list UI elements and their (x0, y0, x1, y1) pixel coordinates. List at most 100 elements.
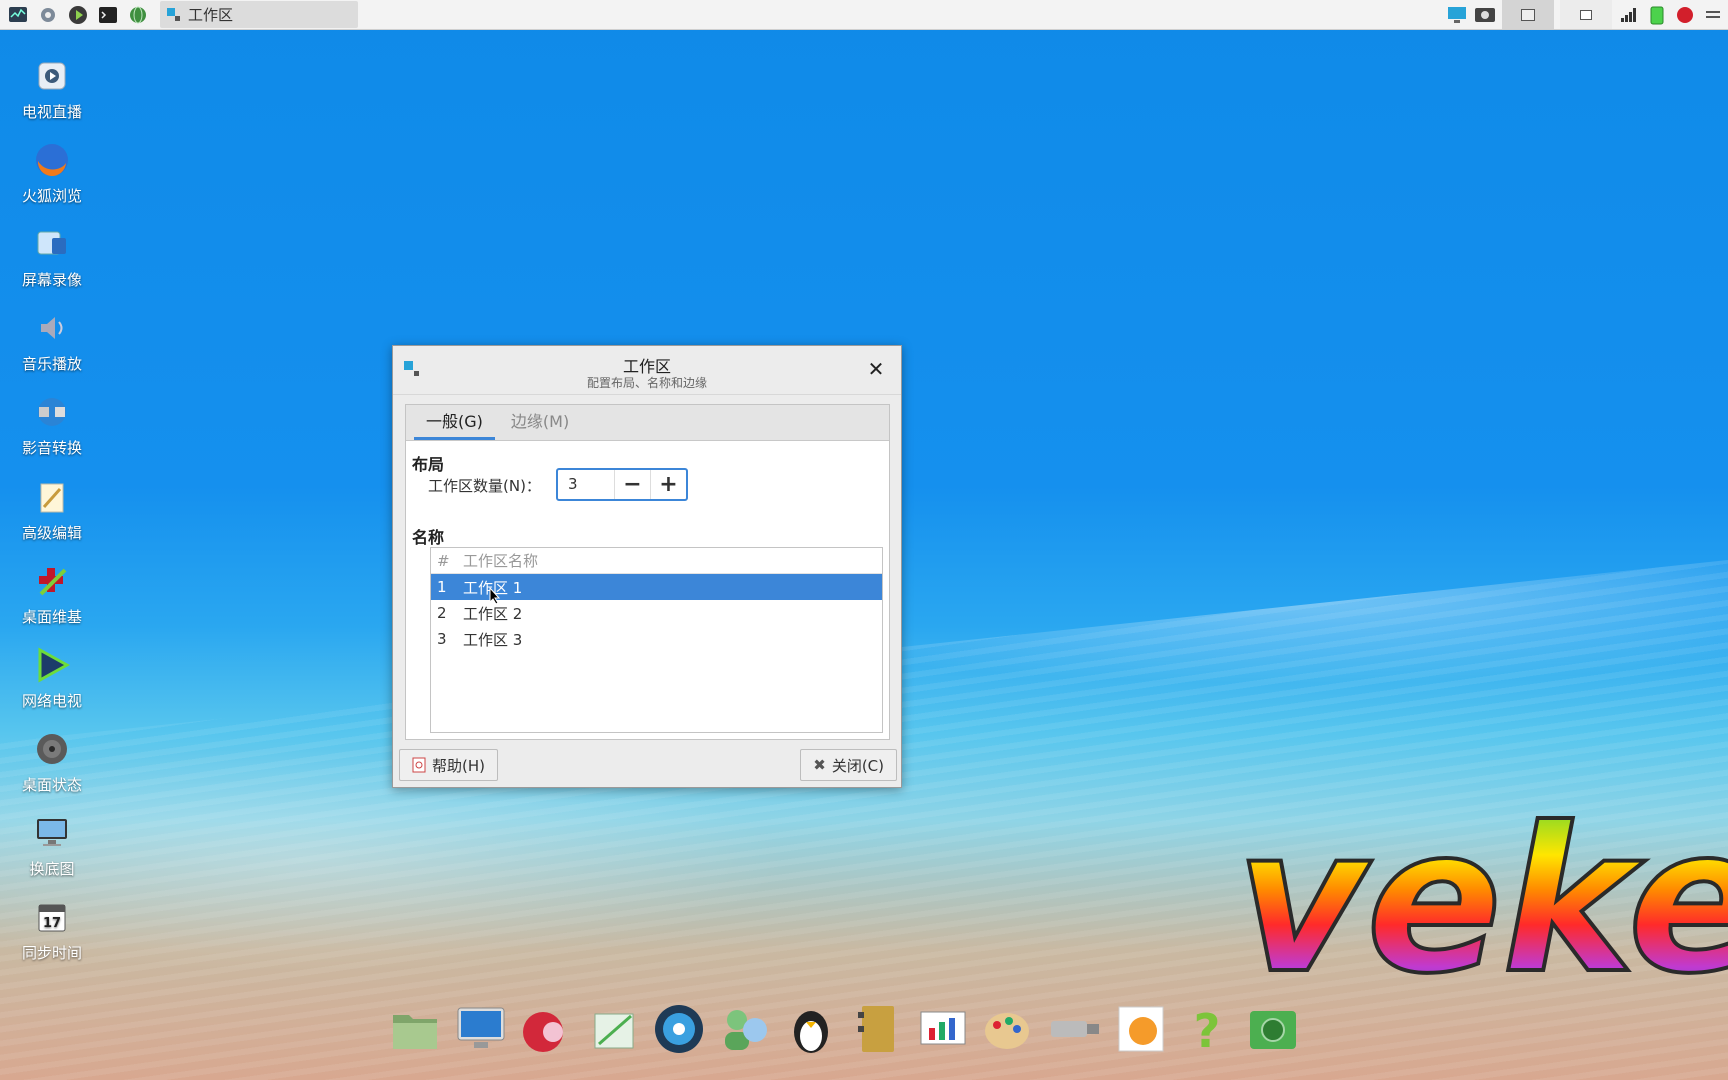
logo-text: veke (1236, 790, 1728, 990)
close-button-label: 关闭(C) (831, 756, 884, 775)
desktop-icon-label: 音乐播放 (21, 355, 82, 373)
mascot-icon[interactable] (518, 1000, 576, 1058)
mouse-cursor-icon (489, 587, 501, 605)
table-header: # 工作区名称 (431, 548, 882, 574)
calendar-icon: 17 (32, 897, 72, 937)
address-book-icon[interactable] (848, 1000, 906, 1058)
record-icon[interactable] (1674, 4, 1696, 26)
workspace-2-button[interactable] (1560, 0, 1612, 29)
veke-logo: veke (1234, 790, 1728, 990)
speaker-icon (32, 308, 72, 348)
tab-bar: 一般(G) 边缘(M) (406, 405, 889, 441)
globe-icon[interactable] (126, 3, 150, 27)
desktop-icon-label: 屏幕录像 (21, 271, 82, 289)
photo-icon[interactable] (1112, 1000, 1170, 1058)
desktop-icon-media-convert[interactable]: 影音转换 (10, 392, 94, 458)
paint-icon[interactable] (980, 1000, 1038, 1058)
camera-icon[interactable] (1244, 1000, 1302, 1058)
help-button-label: 帮助(H) (432, 756, 485, 775)
settings-icon[interactable] (36, 3, 60, 27)
column-header-number[interactable]: # (431, 552, 463, 570)
desktop-icon-screen-record[interactable]: 屏幕录像 (10, 224, 94, 290)
workspace-app-icon (167, 7, 180, 21)
status-icon (32, 729, 72, 769)
close-icon: ✖ (813, 756, 826, 774)
files-icon[interactable] (386, 1000, 444, 1058)
top-panel: 工作区 (0, 0, 1728, 30)
desktop-icon-label: 网络电视 (21, 692, 82, 710)
workspace-mini-window (1580, 9, 1592, 20)
desktop-icon-label: 换底图 (29, 860, 75, 878)
row-number: 2 (437, 604, 447, 622)
help-button[interactable]: 帮助(H) (399, 749, 498, 781)
workspace-count-input[interactable]: 3 (558, 470, 615, 499)
workspace-count-label: 工作区数量(N)： (428, 477, 541, 495)
decrement-button[interactable]: − (615, 470, 651, 499)
monitor-icon[interactable] (452, 1000, 510, 1058)
table-row[interactable]: 3 工作区 3 (431, 626, 882, 652)
dialog-subtitle: 配置布局、名称和边缘 (586, 376, 707, 390)
play-icon[interactable] (66, 3, 90, 27)
wallpaper-icon (32, 813, 72, 853)
names-section-title: 名称 (412, 528, 445, 547)
presentation-icon[interactable] (914, 1000, 972, 1058)
tab-margins[interactable]: 边缘(M) (499, 408, 581, 440)
increment-button[interactable]: + (651, 470, 686, 499)
desktop-icon-music[interactable]: 音乐播放 (10, 308, 94, 374)
taskbar-window-title: 工作区 (188, 6, 234, 24)
column-header-name[interactable]: 工作区名称 (463, 550, 538, 571)
workspace-1-button[interactable] (1502, 0, 1554, 29)
desktop-icon-label: 火狐浏览 (21, 187, 82, 205)
system-tray (1446, 0, 1728, 29)
play-triangle-icon (32, 645, 72, 685)
notepad-icon[interactable] (584, 1000, 642, 1058)
desktop-icon-wiki[interactable]: 桌面维基 (10, 561, 94, 627)
svg-text:17: 17 (43, 916, 61, 931)
battery-icon[interactable] (1646, 4, 1668, 26)
row-name[interactable]: 工作区 2 (463, 603, 522, 624)
desktop-icon-label: 电视直播 (21, 103, 82, 121)
desktop-icon-status[interactable]: 桌面状态 (10, 729, 94, 795)
desktop-icon-tv-live[interactable]: 电视直播 (10, 56, 94, 122)
desktop-icon-sync-time[interactable]: 17 同步时间 (10, 897, 94, 963)
close-button[interactable]: ✖ 关闭(C) (800, 749, 897, 781)
media-player-icon[interactable] (650, 1000, 708, 1058)
dialog-footer: 帮助(H) ✖ 关闭(C) (393, 739, 901, 787)
workspace-count-spinner: 3 − + (556, 468, 688, 501)
svg-text:?: ? (1194, 1004, 1221, 1055)
editor-icon (32, 477, 72, 517)
desktop-icon-editor[interactable]: 高级编辑 (10, 477, 94, 543)
desktop-icon-wallpaper[interactable]: 换底图 (10, 813, 94, 879)
desktop-icon-label: 桌面状态 (21, 776, 82, 794)
system-monitor-icon[interactable] (6, 3, 30, 27)
settings-notebook: 一般(G) 边缘(M) 布局 工作区数量(N)： 3 − + 名称 # 工作区名… (405, 404, 890, 740)
dialog-header[interactable]: 工作区 配置布局、名称和边缘 ✕ (393, 346, 901, 395)
close-icon[interactable]: ✕ (865, 358, 887, 380)
help-icon[interactable]: ? (1178, 1000, 1236, 1058)
taskbar-window-button[interactable]: 工作区 (160, 1, 358, 28)
desktop-icon-label: 桌面维基 (21, 608, 82, 626)
terminal-icon[interactable] (96, 3, 120, 27)
firefox-icon (32, 140, 72, 180)
desktop-icon-label: 高级编辑 (21, 524, 82, 542)
screen-record-icon (32, 224, 72, 264)
layout-section-title: 布局 (412, 455, 445, 474)
usb-icon[interactable] (1046, 1000, 1104, 1058)
app-dock: ? (386, 1000, 1302, 1058)
network-manager-icon[interactable] (1474, 4, 1496, 26)
wiki-icon (32, 561, 72, 601)
tab-general[interactable]: 一般(G) (414, 408, 495, 440)
signal-icon[interactable] (1618, 4, 1640, 26)
row-name[interactable]: 工作区 3 (463, 629, 522, 650)
desktop-icon-network-tv[interactable]: 网络电视 (10, 645, 94, 711)
row-number: 3 (437, 630, 447, 648)
tv-icon (32, 56, 72, 96)
display-icon[interactable] (1446, 4, 1468, 26)
workspace-settings-dialog: 工作区 配置布局、名称和边缘 ✕ 一般(G) 边缘(M) 布局 工作区数量(N)… (392, 345, 902, 788)
menu-icon[interactable] (1702, 4, 1724, 26)
users-icon[interactable] (716, 1000, 774, 1058)
tux-icon[interactable] (782, 1000, 840, 1058)
desktop-icon-label: 影音转换 (21, 439, 82, 457)
help-icon (412, 757, 426, 773)
desktop-icon-firefox[interactable]: 火狐浏览 (10, 140, 94, 206)
